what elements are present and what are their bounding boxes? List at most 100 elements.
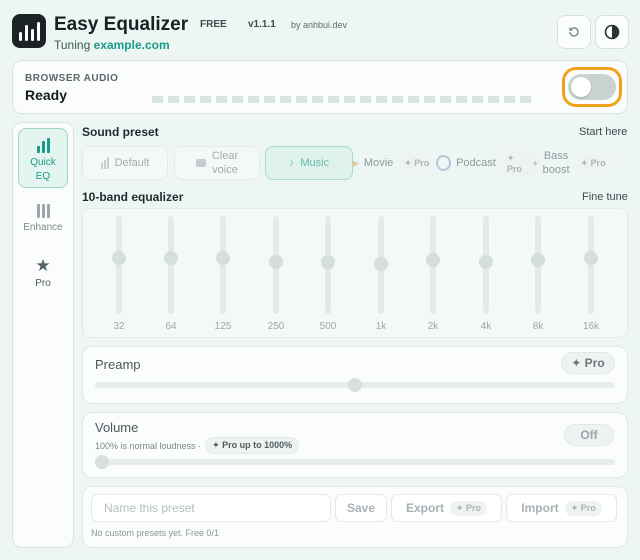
pro-badge: ✦ Pro — [574, 155, 612, 171]
preset-bass-boost[interactable]: ♦ Bass boost ✦ Pro — [533, 146, 631, 180]
eq-band-label: 8k — [532, 321, 544, 332]
preamp-panel — [82, 346, 628, 404]
preset-bass-boost-label-1: Bass — [543, 150, 569, 162]
volume-pro-badge[interactable]: ✦ Pro up to 1000% — [205, 437, 300, 454]
app-logo — [12, 14, 46, 48]
eq-band-thumb[interactable] — [584, 251, 598, 265]
podcast-icon — [436, 155, 452, 171]
preset-default-label: Default — [114, 157, 150, 169]
browser-audio-label: BROWSER AUDIO — [25, 73, 119, 84]
audio-enable-toggle[interactable] — [568, 74, 616, 100]
save-preset-button[interactable]: Save — [335, 494, 387, 522]
eq-band-slider[interactable] — [109, 216, 129, 314]
volume-slider-track[interactable] — [95, 459, 615, 465]
eq-band-label: 4k — [480, 321, 492, 332]
eq-band-track[interactable] — [168, 216, 174, 314]
preamp-pro-button[interactable]: ✦ Pro — [561, 352, 615, 374]
eq-band-label: 16k — [582, 321, 600, 332]
import-label: Import — [521, 501, 559, 515]
eq-band-thumb[interactable] — [479, 255, 493, 269]
bass-icon: ♦ — [533, 158, 538, 168]
preamp-slider-thumb[interactable] — [348, 378, 362, 392]
eq-band-thumb[interactable] — [164, 251, 178, 265]
fine-tune-label: Fine tune — [582, 191, 628, 203]
star-icon: ★ — [35, 256, 51, 275]
eq-band-label: 125 — [214, 321, 232, 332]
volume-title: Volume — [95, 420, 139, 435]
nav-pro-label: Pro — [35, 278, 51, 289]
bars-icon — [19, 137, 67, 153]
pro-badge: ✦ Pro — [398, 155, 436, 171]
eq-band-thumb[interactable] — [321, 255, 335, 269]
contrast-icon — [604, 24, 620, 40]
preset-podcast[interactable]: Podcast ✦ Pro — [436, 146, 536, 180]
export-label: Export — [405, 501, 444, 515]
eq-band-label: 2k — [427, 321, 439, 332]
nav-quick-eq[interactable]: Quick EQ — [18, 128, 68, 188]
eq-band-thumb[interactable] — [216, 251, 230, 265]
preset-clear-voice-label-1: Clear — [211, 150, 239, 162]
eq-band-thumb[interactable] — [374, 257, 388, 271]
eq-band-track[interactable] — [220, 216, 226, 314]
eq-band-thumb[interactable] — [112, 251, 126, 265]
browser-audio-status: Ready — [25, 87, 68, 103]
custom-preset-hint: No custom presets yet. Free 0/1 — [91, 528, 220, 538]
app-title: Easy Equalizer — [54, 14, 189, 35]
eq-band-slider[interactable] — [423, 216, 443, 314]
preset-name-input[interactable] — [91, 494, 331, 522]
reset-button[interactable] — [557, 15, 591, 49]
browser-audio-card — [12, 60, 628, 114]
export-preset-button[interactable]: Export ✦ Pro — [391, 494, 502, 522]
import-preset-button[interactable]: Import ✦ Pro — [506, 494, 617, 522]
volume-note-text: 100% is normal loudness · — [95, 440, 202, 451]
preamp-title: Preamp — [95, 357, 141, 372]
eq-band-slider[interactable] — [318, 216, 338, 314]
eq-band-thumb[interactable] — [426, 253, 440, 267]
eq-band-slider[interactable] — [161, 216, 181, 314]
tuning-site: example.com — [93, 38, 170, 52]
nav-pro[interactable]: ★ Pro — [18, 256, 68, 294]
volume-slider-thumb[interactable] — [95, 455, 109, 469]
preset-music[interactable]: ♪ Music — [265, 146, 353, 180]
eq-band-label: 250 — [267, 321, 285, 332]
pro-badge: ✦ Pro — [449, 500, 488, 516]
preset-clear-voice[interactable]: Clear voice — [174, 146, 260, 180]
preset-movie[interactable]: ▶ Movie ✦ Pro — [352, 146, 444, 180]
level-meter — [152, 96, 531, 103]
plan-badge: FREE — [200, 19, 227, 30]
preset-movie-label: Movie — [363, 157, 394, 169]
eq-band-track[interactable] — [116, 216, 122, 314]
preset-music-label: Music — [300, 157, 330, 169]
preset-podcast-label: Podcast — [456, 157, 496, 169]
nav-enhance-label: Enhance — [23, 222, 63, 233]
eq-band-track[interactable] — [588, 216, 594, 314]
eq-band-thumb[interactable] — [269, 255, 283, 269]
nav-enhance[interactable]: Enhance — [18, 202, 68, 242]
sliders-icon — [18, 202, 68, 218]
bars-icon — [100, 157, 109, 169]
nav-quick-eq-label-1: Quick — [30, 157, 56, 168]
tuning-status: Tuning example.com — [54, 38, 170, 52]
sound-preset-title: Sound preset — [82, 125, 159, 139]
preset-default[interactable]: Default — [82, 146, 168, 180]
music-note-icon: ♪ — [288, 157, 295, 169]
nav-quick-eq-label-2: EQ — [35, 171, 51, 182]
eq-band-slider[interactable] — [371, 216, 391, 314]
eq-band-slider[interactable] — [213, 216, 233, 314]
chat-icon — [195, 159, 206, 167]
play-icon: ▶ — [352, 157, 359, 168]
eq-band-slider[interactable] — [528, 216, 548, 314]
eq-band-slider[interactable] — [581, 216, 601, 314]
preset-bass-boost-label-2: boost — [542, 164, 570, 176]
eq-band-thumb[interactable] — [531, 253, 545, 267]
eq-band-label: 32 — [113, 321, 125, 332]
eq-band-label: 1k — [375, 321, 387, 332]
eq-band-slider[interactable] — [266, 216, 286, 314]
pro-badge: ✦ Pro — [564, 500, 602, 516]
theme-toggle-button[interactable] — [595, 15, 629, 49]
equalizer-title: 10-band equalizer — [82, 190, 184, 204]
eq-band-label: 64 — [165, 321, 177, 332]
volume-off-button[interactable]: Off — [564, 424, 614, 446]
eq-band-slider[interactable] — [476, 216, 496, 314]
save-label: Save — [346, 501, 376, 515]
